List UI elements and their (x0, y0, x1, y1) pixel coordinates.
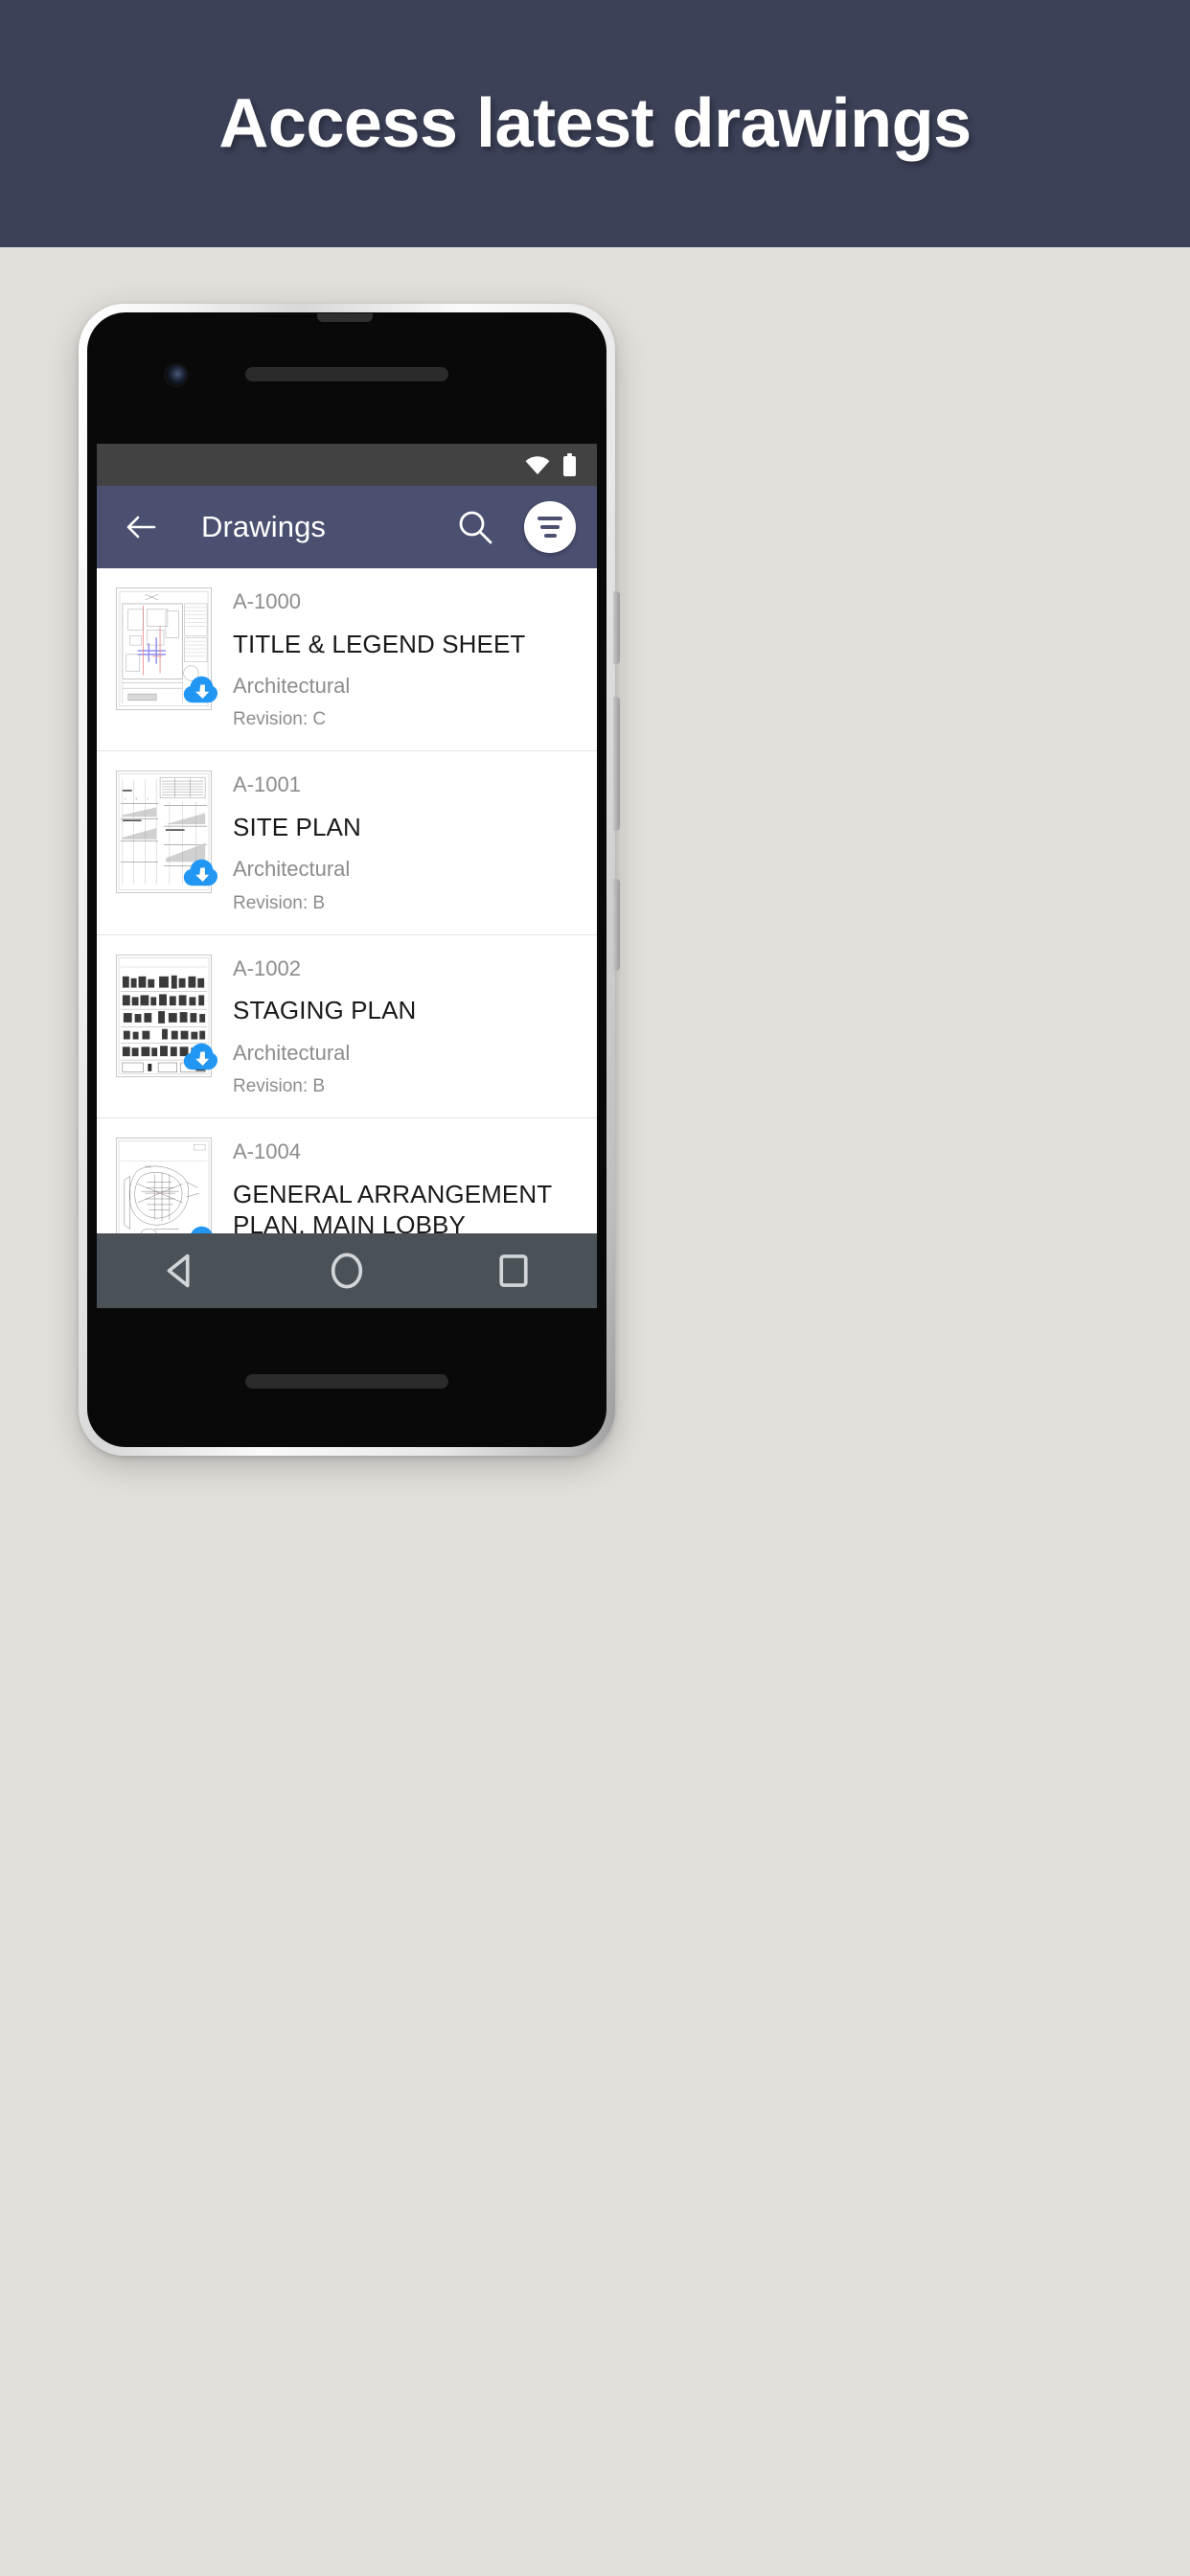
arrow-left-icon[interactable] (122, 508, 160, 546)
app-bar: Drawings (97, 486, 597, 568)
search-icon[interactable] (455, 507, 495, 547)
table-row[interactable]: A-1002 STAGING PLAN Architectural Revisi… (97, 934, 597, 1118)
drawing-title: GENERAL ARRANGEMENT PLAN, MAIN LOBBY (233, 1179, 552, 1239)
bottom-speaker-grille (245, 1374, 448, 1389)
row-text: A-1001 SITE PLAN Architectural Revision:… (233, 770, 580, 914)
drawings-list[interactable]: A-1000 TITLE & LEGEND SHEET Architectura… (97, 568, 597, 1308)
drawing-revision: Revision: B (233, 892, 326, 913)
drawing-code: A-1000 (233, 589, 301, 613)
phone-body: Drawings A-1000 TITLE & LEGEND SHEET Arc… (87, 312, 606, 1447)
status-bar (97, 444, 597, 486)
drawing-revision: Revision: B (233, 1075, 326, 1096)
thumbnail-wrap: A B C (116, 770, 217, 894)
drawing-revision: Revision: C (233, 709, 327, 730)
android-nav-bar (97, 1233, 597, 1308)
svg-text:C: C (147, 798, 149, 801)
drawing-title: TITLE & LEGEND SHEET (233, 629, 526, 658)
svg-text:PLAN: PLAN (145, 1165, 150, 1168)
side-button[interactable] (613, 879, 620, 971)
drawing-discipline: Architectural (233, 857, 351, 882)
wifi-icon (525, 455, 550, 474)
cloud-download-icon[interactable] (183, 1041, 217, 1071)
drawing-discipline: Architectural (233, 1040, 351, 1065)
drawing-code: A-1002 (233, 955, 301, 980)
drawing-code: A-1001 (233, 772, 301, 797)
phone-device-frame: Drawings A-1000 TITLE & LEGEND SHEET Arc… (79, 304, 620, 1456)
earpiece-speaker (245, 367, 448, 381)
drawing-title: SITE PLAN (233, 813, 361, 842)
thumbnail-wrap (116, 954, 217, 1077)
table-row[interactable]: A-1000 TITLE & LEGEND SHEET Architectura… (97, 568, 597, 752)
table-row[interactable]: ABC A-1001 SITE PLAN Architectural Revis… (97, 751, 597, 935)
promo-banner-title: Access latest drawings (218, 85, 972, 162)
front-camera-icon (166, 364, 187, 385)
filter-bars (538, 517, 562, 538)
page-title: Drawings (201, 510, 327, 543)
triangle-back-icon[interactable] (152, 1243, 208, 1299)
svg-text:B: B (136, 798, 138, 801)
row-text: A-1002 STAGING PLAN Architectural Revisi… (233, 954, 580, 1098)
drawing-code: A-1004 (233, 1138, 301, 1163)
row-text: A-1000 TITLE & LEGEND SHEET Architectura… (233, 587, 580, 731)
drawing-discipline: Architectural (233, 674, 351, 699)
svg-text:A: A (125, 798, 126, 801)
power-button[interactable] (613, 591, 620, 664)
cloud-download-icon[interactable] (183, 674, 217, 704)
top-notch (317, 313, 373, 322)
promo-banner: Access latest drawings (0, 0, 1190, 247)
cloud-download-icon[interactable] (183, 857, 217, 887)
volume-button[interactable] (613, 697, 620, 831)
thumbnail-wrap (116, 587, 217, 710)
drawing-title: STAGING PLAN (233, 996, 417, 1025)
phone-screen: Drawings A-1000 TITLE & LEGEND SHEET Arc… (97, 444, 597, 1308)
filter-list-icon[interactable] (524, 501, 576, 553)
battery-icon (563, 453, 576, 476)
circle-home-icon[interactable] (319, 1243, 375, 1299)
square-recents-icon[interactable] (486, 1243, 541, 1299)
